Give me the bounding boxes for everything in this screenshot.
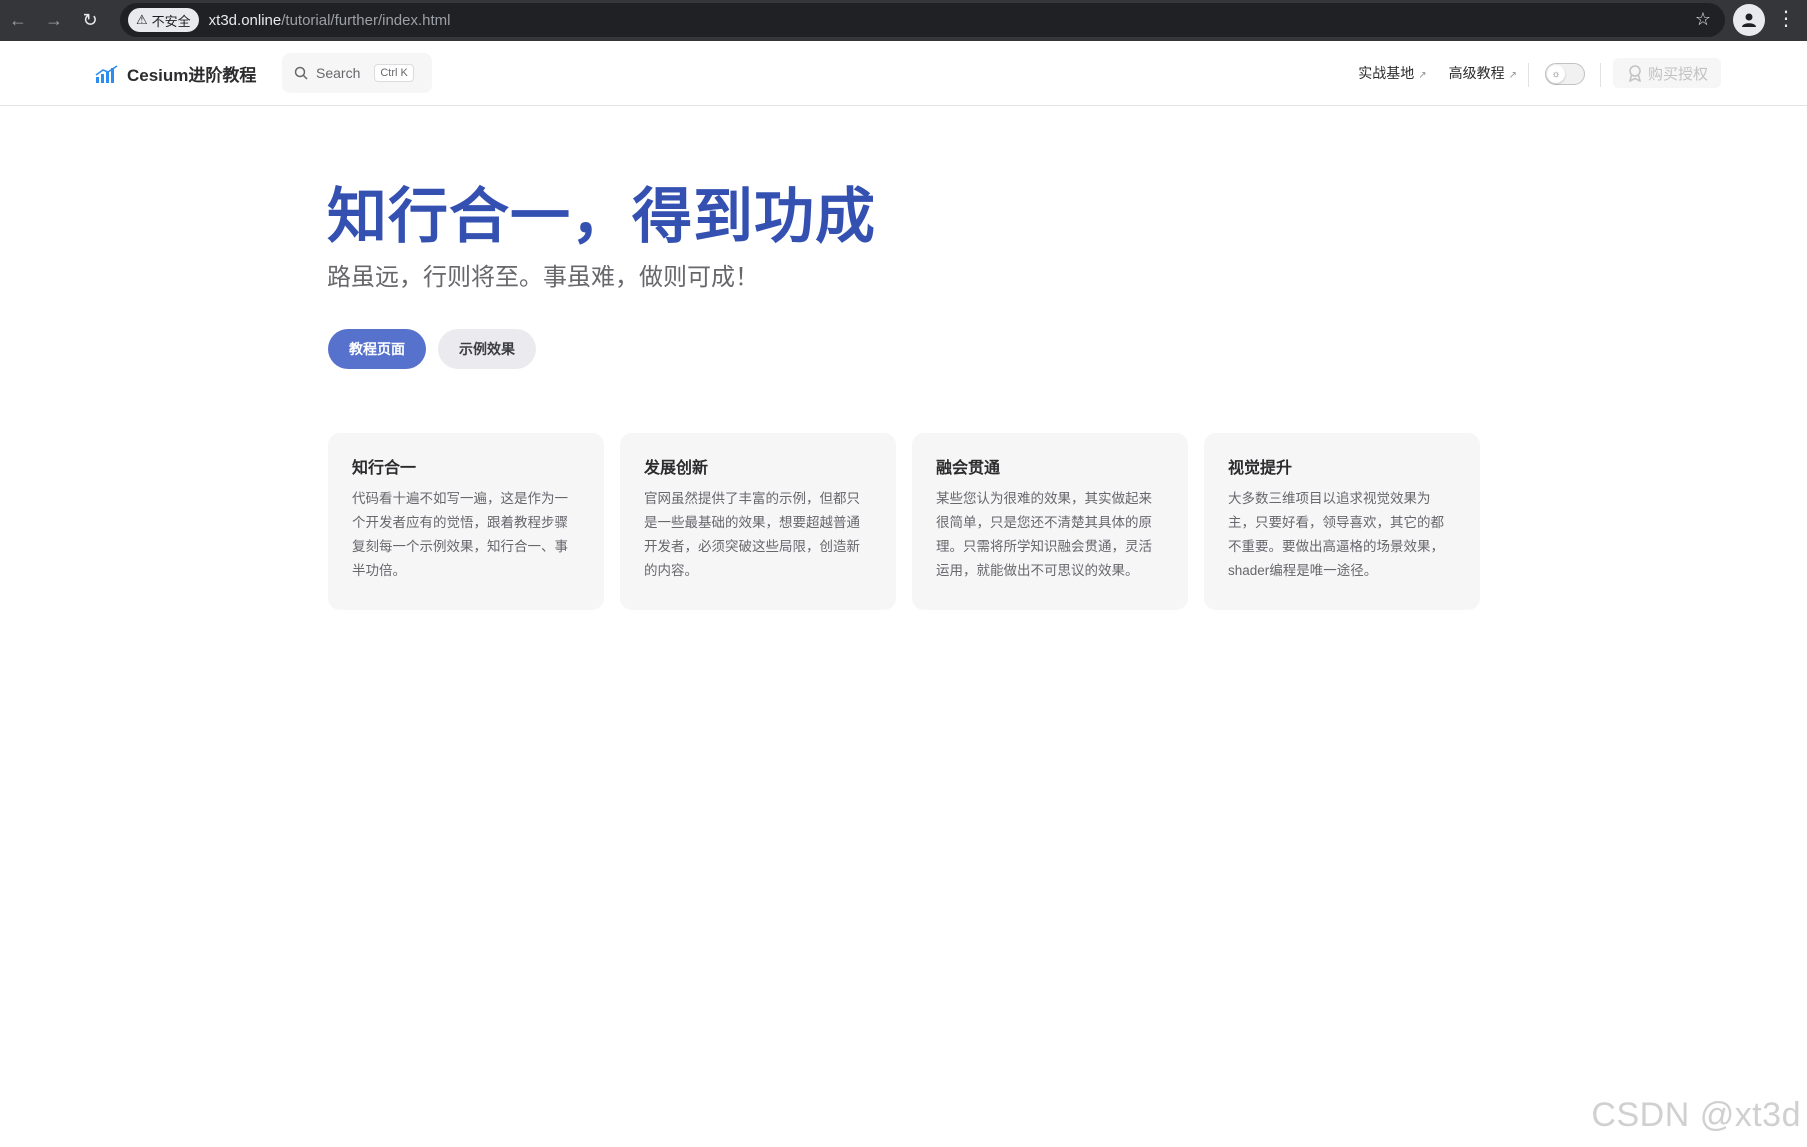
feature-title: 知行合一 [352,460,417,477]
buy-license-button[interactable]: 购买授权 [1613,58,1721,88]
external-link-icon: ↗ [1418,70,1427,81]
search-button[interactable]: Search Ctrl K [282,53,432,93]
feature-title: 视觉提升 [1228,460,1293,477]
back-icon[interactable]: ← [0,0,36,41]
buy-license-label: 购买授权 [1647,65,1708,83]
feature-card: 视觉提升 大多数三维项目以追求视觉效果为主，只要好看，领导喜欢，其它的都不重要。… [1204,433,1480,610]
nav-link-practice[interactable]: 实战基地 ↗ [1358,63,1426,83]
award-icon [1628,65,1642,82]
browser-toolbar: ← → ↻ ⚠ 不安全 xt3d.online/tutorial/further… [0,0,1807,41]
hero-title: 知行合一，得到功成 [327,183,876,250]
url-host: xt3d.online [208,11,282,29]
brand[interactable]: Cesium进阶教程 [95,61,256,86]
feature-title: 融会贯通 [936,460,1001,477]
address-bar[interactable]: ⚠ 不安全 xt3d.online/tutorial/further/index… [120,3,1725,37]
more-menu-icon[interactable]: ⋮ [1776,8,1796,30]
nav-link-label: 实战基地 [1358,65,1415,81]
feature-card: 知行合一 代码看十遍不如写一遍，这是作为一个开发者应有的觉悟，跟着教程步骤复刻每… [328,433,604,610]
url-path: /tutorial/further/index.html [281,11,451,29]
nav-link-advanced[interactable]: 高级教程 ↗ [1449,63,1517,83]
nav-divider [1600,63,1601,87]
forward-icon[interactable]: → [36,0,72,41]
external-link-icon: ↗ [1508,70,1517,81]
bar-chart-logo-icon [95,64,118,83]
feature-title: 发展创新 [644,460,709,477]
hero-actions: 教程页面 示例效果 [328,329,536,369]
feature-card: 融会贯通 某些您认为很难的效果，其实做起来很简单，只是您还不清楚其具体的原理。只… [912,433,1188,610]
url-text[interactable]: xt3d.online/tutorial/further/index.html [209,12,451,29]
theme-toggle[interactable]: ☼ [1545,63,1585,85]
reload-icon[interactable]: ↻ [72,0,108,41]
watermark: CSDN @xt3d [1591,1096,1801,1134]
nav-links: 实战基地 ↗ 高级教程 ↗ [1358,63,1517,83]
warning-icon: ⚠ [136,12,148,27]
feature-card: 发展创新 官网虽然提供了丰富的示例，但都只是一些最基础的效果，想要超越普通开发者… [620,433,896,610]
feature-details: 某些您认为很难的效果，其实做起来很简单，只是您还不清楚其具体的原理。只需将所学知… [936,491,1152,578]
security-chip[interactable]: ⚠ 不安全 [128,8,199,32]
examples-button[interactable]: 示例效果 [438,329,536,369]
site-navbar: Cesium进阶教程 Search Ctrl K 实战基地 ↗ 高级教程 ↗ ☼… [0,41,1807,106]
feature-details: 大多数三维项目以追求视觉效果为主，只要好看，领导喜欢，其它的都不重要。要做出高逼… [1228,491,1444,578]
search-shortcut: Ctrl K [374,64,414,82]
features: 知行合一 代码看十遍不如写一遍，这是作为一个开发者应有的觉悟，跟着教程步骤复刻每… [328,433,1480,610]
hero-tagline: 路虽远，行则将至。事虽难，做则可成！ [327,264,759,291]
person-icon [1742,13,1756,27]
sun-icon: ☼ [1547,65,1565,83]
feature-details: 代码看十遍不如写一遍，这是作为一个开发者应有的觉悟，跟着教程步骤复刻每一个示例效… [352,491,568,578]
feature-details: 官网虽然提供了丰富的示例，但都只是一些最基础的效果，想要超越普通开发者，必须突破… [644,491,860,578]
security-label: 不安全 [151,13,191,29]
brand-title: Cesium进阶教程 [127,66,257,85]
search-label: Search [316,65,361,81]
nav-link-label: 高级教程 [1448,65,1505,81]
search-icon [294,66,308,80]
tutorial-page-button[interactable]: 教程页面 [328,329,426,369]
nav-divider [1528,63,1529,87]
bookmark-star-icon[interactable]: ☆ [1695,9,1711,30]
profile-avatar[interactable] [1733,4,1765,36]
